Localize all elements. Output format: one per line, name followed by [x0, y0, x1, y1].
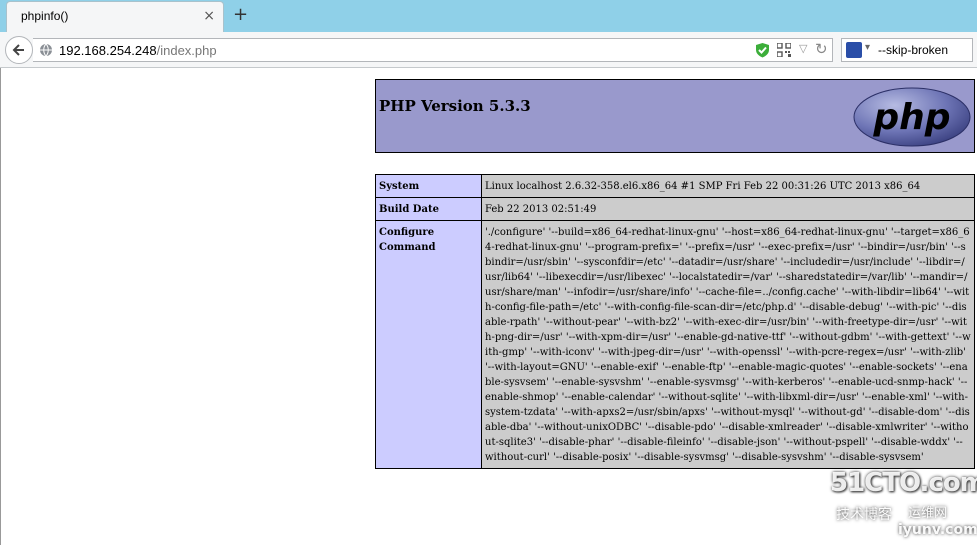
search-input[interactable]: --skip-broken — [878, 43, 948, 57]
php-logo-text: php — [872, 97, 950, 138]
url-host: 192.168.254.248 — [59, 43, 157, 58]
back-button[interactable] — [5, 36, 33, 64]
globe-icon — [40, 43, 52, 57]
table-row: Configure Command './configure' '--build… — [375, 220, 975, 469]
search-engine-icon[interactable] — [846, 42, 862, 58]
navigation-bar: 192.168.254.248/index.php ▽ ↻ ▾ --skip-b… — [0, 32, 977, 68]
info-table: System Linux localhost 2.6.32-358.el6.x8… — [375, 174, 975, 469]
watermark-text: 技术博客 — [836, 507, 892, 523]
reload-icon[interactable]: ↻ — [815, 40, 828, 58]
php-header: PHP Version 5.3.3 php — [375, 79, 975, 153]
watermark-text: 51CTO.com — [830, 468, 977, 498]
tab-title: phpinfo() — [21, 9, 69, 23]
page-left-border — [0, 68, 1, 545]
row-value: Linux localhost 2.6.32-358.el6.x86_64 #1… — [481, 174, 975, 198]
tab-bar: phpinfo() × + — [0, 0, 977, 32]
new-tab-button[interactable]: + — [233, 5, 248, 25]
url-text[interactable]: 192.168.254.248/index.php — [59, 43, 217, 58]
page-title: PHP Version 5.3.3 — [379, 97, 531, 115]
shield-icon[interactable] — [755, 42, 770, 58]
address-bar[interactable]: 192.168.254.248/index.php ▽ ↻ — [33, 38, 833, 62]
search-box[interactable]: ▾ --skip-broken — [841, 38, 973, 62]
table-row: Build Date Feb 22 2013 02:51:49 — [375, 197, 975, 221]
row-label: Build Date — [375, 197, 482, 221]
watermark-text: iyunv.com — [898, 522, 977, 538]
row-label: Configure Command — [375, 220, 482, 469]
chevron-down-icon[interactable]: ▾ — [865, 42, 870, 53]
php-logo: php — [853, 87, 971, 147]
dropdown-arrow-icon[interactable]: ▽ — [799, 42, 807, 55]
row-label: System — [375, 174, 482, 198]
back-arrow-icon — [12, 44, 24, 56]
url-path: /index.php — [156, 43, 217, 58]
watermark-text: 运维网 — [908, 506, 948, 521]
tab-phpinfo[interactable]: phpinfo() × — [6, 1, 224, 32]
row-value: './configure' '--build=x86_64-redhat-lin… — [481, 220, 975, 469]
watermark: 51CTO.com 技术博客 运维网 iyunv.com — [830, 466, 977, 545]
qr-code-icon[interactable] — [777, 43, 791, 57]
close-icon[interactable]: × — [203, 8, 215, 24]
table-row: System Linux localhost 2.6.32-358.el6.x8… — [375, 174, 975, 198]
row-value: Feb 22 2013 02:51:49 — [481, 197, 975, 221]
